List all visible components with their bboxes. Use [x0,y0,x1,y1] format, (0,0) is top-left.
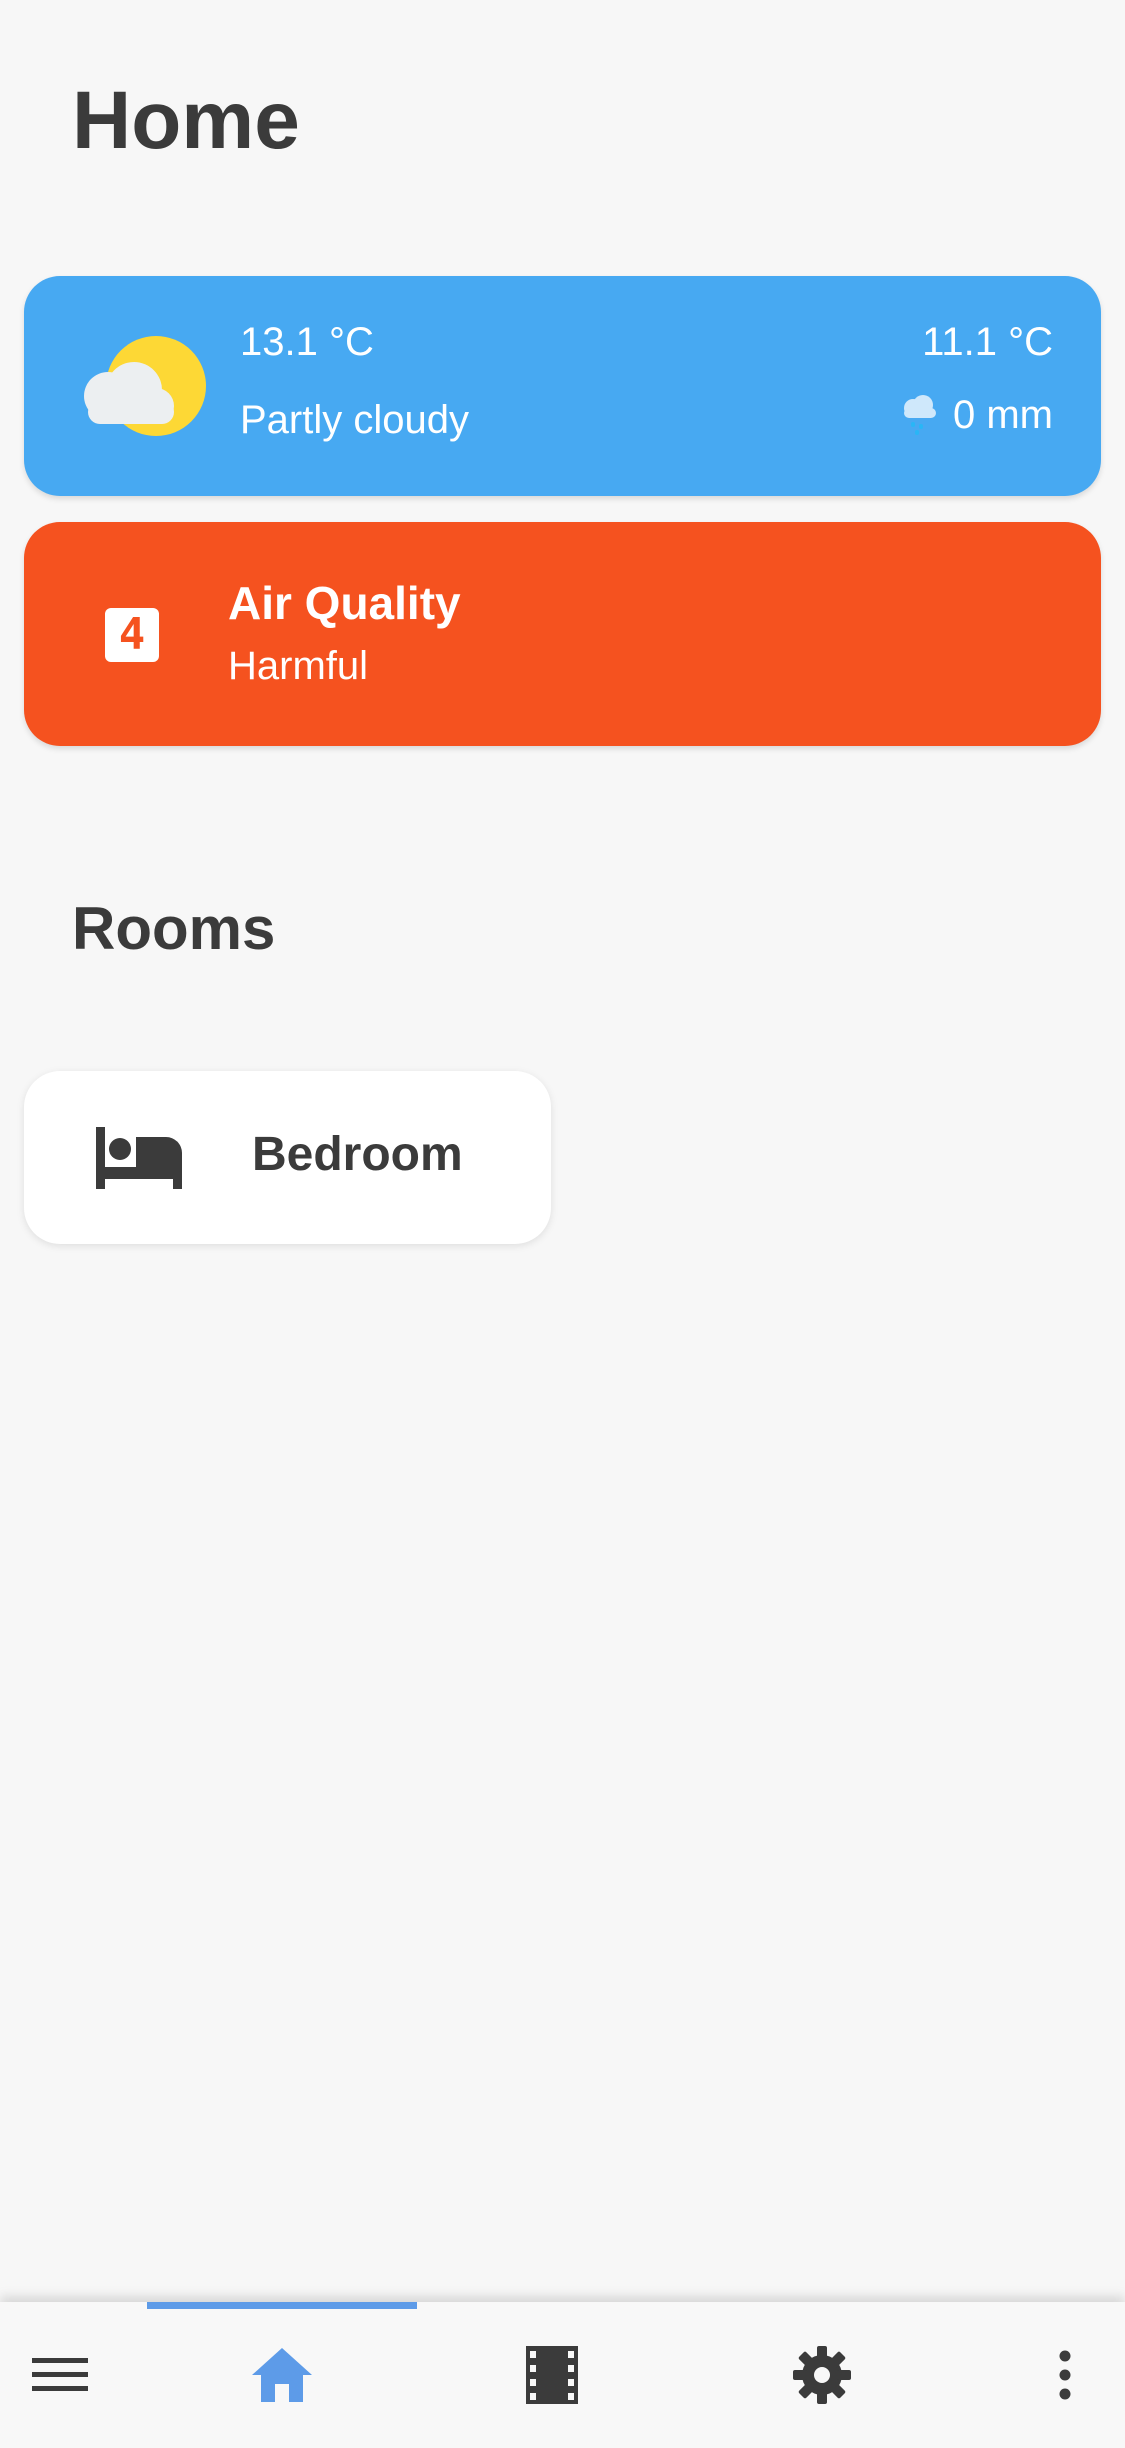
air-quality-title: Air Quality [228,577,461,629]
air-quality-index-icon: 4 [105,608,159,662]
weather-precipitation: 0 mm [901,394,1053,436]
bed-icon [96,1127,182,1189]
weather-card[interactable]: 13.1 °C Partly cloudy 11.1 °C 0 mm [24,276,1101,496]
air-quality-status: Harmful [228,644,369,688]
gear-icon [793,2346,851,2404]
precipitation-value: 0 mm [953,393,1053,437]
room-label: Bedroom [252,1128,463,1181]
home-icon [252,2348,312,2402]
air-quality-card[interactable]: 4 Air Quality Harmful [24,522,1101,746]
room-card-bedroom[interactable]: Bedroom [24,1071,551,1244]
rain-cloud-icon [904,395,936,435]
more-vertical-icon [1059,2350,1071,2400]
menu-button[interactable] [0,2302,120,2448]
rooms-section-title: Rooms [72,895,276,962]
menu-icon [32,2358,88,2391]
tab-home[interactable] [147,2302,417,2448]
tab-media[interactable] [417,2302,687,2448]
overflow-menu-button[interactable] [1015,2302,1115,2448]
bottom-navigation [0,2302,1125,2448]
partly-cloudy-icon [84,336,206,436]
weather-temperature-secondary: 11.1 °C [922,320,1053,364]
tab-settings[interactable] [687,2302,957,2448]
film-icon [526,2346,578,2404]
page-title: Home [72,75,300,166]
weather-condition: Partly cloudy [240,398,469,442]
weather-temperature: 13.1 °C [240,320,374,364]
